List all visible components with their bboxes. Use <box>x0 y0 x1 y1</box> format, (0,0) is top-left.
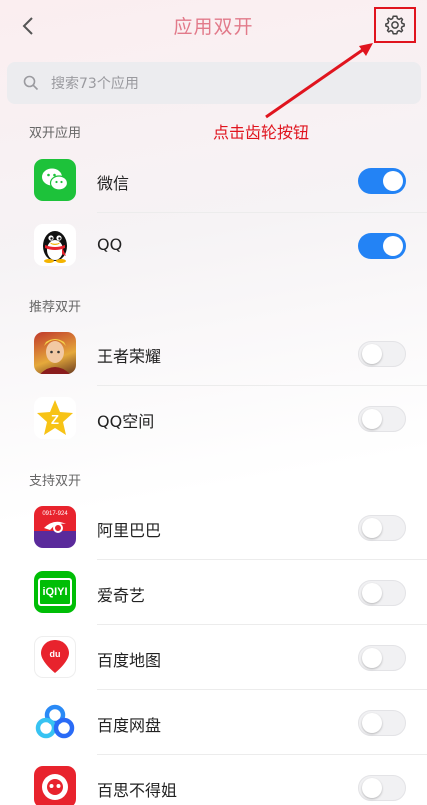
app-name: 爱奇艺 <box>97 586 146 605</box>
alibaba-icon: 0917-924 <box>34 506 76 548</box>
toggle-knob <box>362 344 382 364</box>
app-name: 王者荣耀 <box>97 347 162 366</box>
svg-text:Z: Z <box>51 412 59 427</box>
dual-app-toggle[interactable] <box>358 406 406 432</box>
qzone-star-icon: Z <box>34 397 76 439</box>
gear-icon <box>385 15 405 35</box>
toggle-knob <box>362 518 382 538</box>
list-item[interactable]: Z QQ空间 <box>0 386 427 451</box>
svg-text:du: du <box>50 649 61 659</box>
list-item[interactable]: du 百度地图 <box>0 625 427 690</box>
dual-app-toggle[interactable] <box>358 580 406 606</box>
search-placeholder: 搜索73个应用 <box>51 76 139 92</box>
search-icon <box>23 75 39 91</box>
settings-button[interactable] <box>374 7 416 43</box>
iqiyi-wordmark: iQIYI <box>42 586 68 598</box>
toggle-knob <box>362 409 382 429</box>
toggle-knob <box>362 778 382 798</box>
svg-text:0917-924: 0917-924 <box>42 511 68 517</box>
toggle-knob <box>362 713 382 733</box>
section-title-dual-apps: 双开应用 <box>29 126 82 141</box>
iqiyi-icon: iQIYI <box>34 571 76 613</box>
app-name: QQ空间 <box>97 412 155 431</box>
baisibudejie-icon <box>34 766 76 805</box>
app-name: QQ <box>97 235 123 254</box>
dual-app-toggle[interactable] <box>358 341 406 367</box>
app-name: 百度网盘 <box>97 716 162 735</box>
qq-penguin-icon <box>34 224 76 266</box>
app-name: 阿里巴巴 <box>97 521 162 540</box>
dual-app-toggle[interactable] <box>358 645 406 671</box>
section-title-recommended: 推荐双开 <box>29 300 82 315</box>
list-item[interactable]: 王者荣耀 <box>0 321 427 386</box>
toggle-knob <box>383 171 403 191</box>
toggle-knob <box>362 648 382 668</box>
dual-app-toggle[interactable] <box>358 168 406 194</box>
toggle-knob <box>362 583 382 603</box>
baidu-netdisk-icon <box>34 701 76 743</box>
dual-app-toggle[interactable] <box>358 710 406 736</box>
toggle-knob <box>383 236 403 256</box>
list-item[interactable]: 微信 <box>0 148 427 213</box>
honor-of-kings-icon <box>34 332 76 374</box>
annotation-text: 点击齿轮按钮 <box>213 123 310 142</box>
list-item[interactable]: iQIYI 爱奇艺 <box>0 560 427 625</box>
wechat-icon <box>34 159 76 201</box>
baidu-map-icon: du <box>34 636 76 678</box>
app-name: 微信 <box>97 174 130 193</box>
list-item[interactable]: QQ <box>0 213 427 278</box>
app-name: 百思不得姐 <box>97 781 178 800</box>
search-bar[interactable]: 搜索73个应用 <box>7 62 421 104</box>
page-title: 应用双开 <box>173 16 254 38</box>
dual-app-toggle[interactable] <box>358 233 406 259</box>
list-item[interactable]: 百思不得姐 <box>0 755 427 805</box>
dual-app-toggle[interactable] <box>358 515 406 541</box>
list-item[interactable]: 0917-924 阿里巴巴 <box>0 495 427 560</box>
app-name: 百度地图 <box>97 651 162 670</box>
app-header: 应用双开 <box>0 0 427 52</box>
section-title-supported: 支持双开 <box>29 474 82 489</box>
dual-app-toggle[interactable] <box>358 775 406 801</box>
list-item[interactable]: 百度网盘 <box>0 690 427 755</box>
